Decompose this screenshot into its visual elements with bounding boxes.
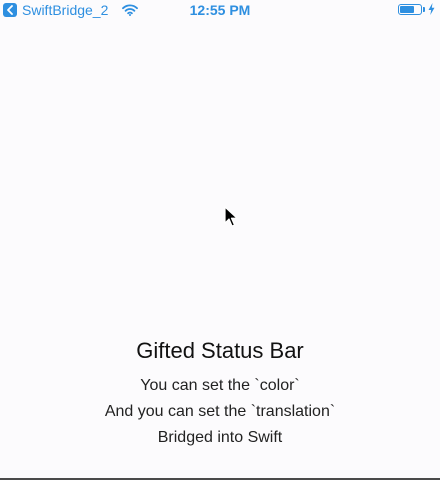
status-bar: SwiftBridge_2 12:55 PM	[0, 0, 440, 20]
page-title: Gifted Status Bar	[136, 338, 304, 363]
battery-level-fill	[400, 5, 414, 13]
mouse-pointer-icon	[224, 206, 238, 233]
description-line-color: You can set the `color`	[140, 377, 300, 394]
status-time: 12:55 PM	[189, 2, 251, 18]
battery-indicator	[398, 3, 435, 15]
description-line-translation: And you can set the `translation`	[104, 403, 336, 420]
main-content: Gifted Status Bar You can set the `color…	[0, 336, 440, 451]
description-line-bridged: Bridged into Swift	[157, 429, 283, 446]
charging-bolt-icon	[428, 3, 435, 15]
battery-icon	[398, 3, 422, 15]
battery-tip	[423, 6, 425, 12]
